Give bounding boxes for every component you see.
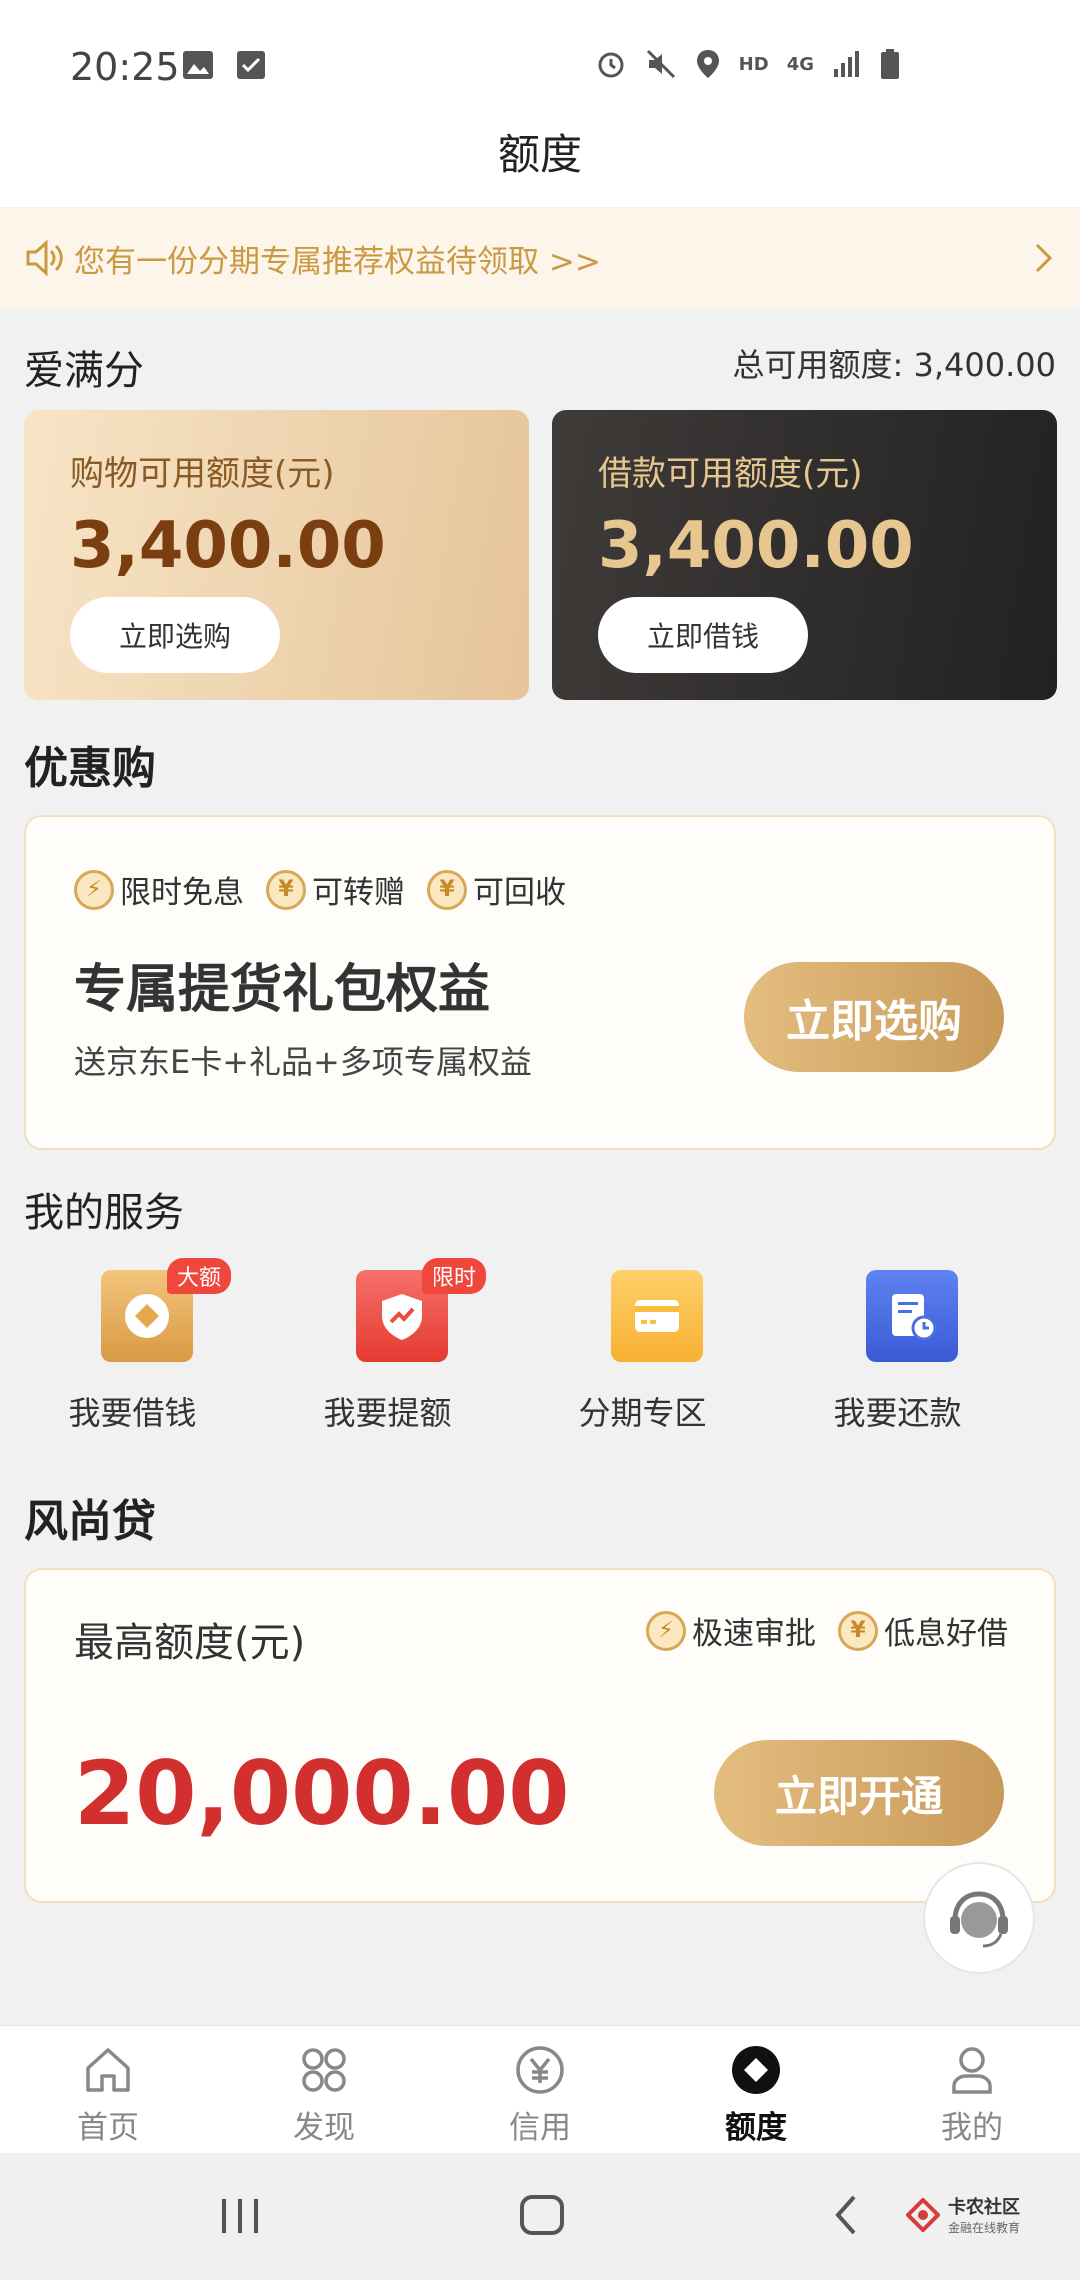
tab-credit[interactable]: 信用 xyxy=(432,2026,648,2153)
fengshang-tags: ⚡ 极速审批 ¥ 低息好借 xyxy=(646,1608,1008,1653)
service-label: 分期专区 xyxy=(578,1394,707,1432)
tab-discover[interactable]: 发现 xyxy=(216,2026,432,2153)
promo-tag: ¥ 可转赠 xyxy=(266,867,405,912)
promo-shop-button[interactable]: 立即选购 xyxy=(744,962,1004,1072)
user-icon xyxy=(952,2047,992,2094)
services-section-title: 我的服务 xyxy=(24,1190,184,1236)
max-credit-label: 最高额度(元) xyxy=(74,1620,306,1666)
notice-text: 您有一份分期专属推荐权益待领取 >> xyxy=(74,243,601,280)
promo-subtitle: 送京东E卡+礼品+多项专属权益 xyxy=(74,1043,532,1081)
watermark-logo-icon xyxy=(905,2197,940,2232)
lightning-icon: ⚡ xyxy=(646,1610,686,1651)
tab-mine[interactable]: 我的 xyxy=(864,2026,1080,2153)
promo-tag-label: 可回收 xyxy=(473,875,566,911)
tab-label: 信用 xyxy=(509,2110,571,2146)
signal-icon xyxy=(834,51,859,77)
yen-icon xyxy=(516,2046,564,2094)
loan-credit-amount: 3,400.00 xyxy=(598,509,914,583)
chevron-right-icon xyxy=(1035,243,1053,273)
diamond-icon xyxy=(732,2046,780,2094)
yen-coin-icon: ¥ xyxy=(266,869,306,910)
grid-icon xyxy=(302,2048,346,2092)
tab-label: 发现 xyxy=(293,2110,355,2146)
total-credit: 总可用额度: 3,400.00 xyxy=(732,346,1056,384)
headset-icon xyxy=(950,1891,1008,1948)
mute-icon xyxy=(646,49,675,79)
watermark: 卡农社区 金融在线教育 xyxy=(905,2193,1020,2236)
service-badge: 限时 xyxy=(422,1258,487,1294)
borrow-now-button[interactable]: 立即借钱 xyxy=(598,597,808,673)
tab-limit[interactable]: 额度 xyxy=(648,2026,864,2153)
system-nav-bar: 卡农社区 金融在线教育 xyxy=(0,2153,1080,2280)
fengshang-card[interactable]: 最高额度(元) ⚡ 极速审批 ¥ 低息好借 20,000.00 立即开通 xyxy=(24,1568,1056,1903)
fengshang-tag: ⚡ 极速审批 xyxy=(646,1608,816,1653)
shopping-credit-card: 购物可用额度(元) 3,400.00 立即选购 xyxy=(24,410,529,700)
promo-tag: ⚡ 限时免息 xyxy=(74,867,244,912)
back-icon[interactable] xyxy=(828,2183,862,2243)
location-icon xyxy=(696,50,719,78)
fengshang-tag: ¥ 低息好借 xyxy=(838,1608,1008,1653)
promo-title: 专属提货礼包权益 xyxy=(74,960,491,1020)
page-title: 额度 xyxy=(497,130,582,179)
notice-banner[interactable]: 您有一份分期专属推荐权益待领取 >> xyxy=(0,208,1080,308)
network-type: 4G xyxy=(786,53,814,75)
status-right-icons: HD 4G xyxy=(595,48,900,80)
card-icon xyxy=(610,1270,703,1362)
tab-label: 我的 xyxy=(941,2110,1003,2146)
fengshang-tag-label: 极速审批 xyxy=(692,1616,816,1652)
service-label: 我要提额 xyxy=(323,1394,452,1432)
promo-tag: ¥ 可回收 xyxy=(427,867,566,912)
shopping-credit-amount: 3,400.00 xyxy=(70,509,386,583)
checkbox-notif-icon xyxy=(237,51,265,79)
service-badge: 大额 xyxy=(167,1258,232,1294)
status-left-icons xyxy=(182,50,266,80)
tab-label: 首页 xyxy=(77,2110,139,2146)
shop-now-button[interactable]: 立即选购 xyxy=(70,597,280,673)
services-grid: 大额 我要借钱 限时 我要提额 分期专区 我要还款 xyxy=(0,1258,1080,1434)
watermark-subtitle: 金融在线教育 xyxy=(947,2221,1020,2235)
alarm-icon xyxy=(598,52,624,78)
speaker-icon xyxy=(26,239,63,277)
tab-home[interactable]: 首页 xyxy=(0,2026,216,2153)
promo-tag-label: 限时免息 xyxy=(120,875,244,911)
lightning-icon: ⚡ xyxy=(74,869,114,910)
max-credit-amount: 20,000.00 xyxy=(74,1742,570,1845)
watermark-title: 卡农社区 xyxy=(947,2197,1020,2218)
recents-icon[interactable] xyxy=(218,2183,262,2243)
service-label: 我要还款 xyxy=(833,1394,962,1432)
promo-card[interactable]: ⚡ 限时免息 ¥ 可转赠 ¥ 可回收 专属提货礼包权益 送京东E卡+礼品+多项专属权益… xyxy=(24,815,1056,1150)
service-borrow[interactable]: 大额 我要借钱 xyxy=(5,1258,260,1434)
hd-indicator: HD xyxy=(738,53,769,75)
promo-section-title: 优惠购 xyxy=(24,743,156,794)
promo-tag-label: 可转赠 xyxy=(312,875,405,911)
home-icon xyxy=(86,2048,130,2092)
bill-clock-icon xyxy=(865,1270,958,1362)
status-time: 20:25 xyxy=(70,45,180,89)
yen-coin-icon: ¥ xyxy=(427,869,467,910)
credit-section-title: 爱满分 xyxy=(24,348,144,394)
loan-credit-card: 借款可用额度(元) 3,400.00 立即借钱 xyxy=(552,410,1057,700)
home-nav-icon[interactable] xyxy=(518,2183,566,2243)
bottom-tab-bar: 首页 发现 信用 额度 我的 xyxy=(0,2025,1080,2153)
service-raise-limit[interactable]: 限时 我要提额 xyxy=(260,1258,515,1434)
promo-tags: ⚡ 限时免息 ¥ 可转赠 ¥ 可回收 xyxy=(74,867,566,912)
status-bar: 20:25 HD 4G xyxy=(0,0,1080,125)
fengshang-section-title: 风尚贷 xyxy=(24,1496,156,1547)
tab-label: 额度 xyxy=(725,2110,787,2146)
yen-coin-icon: ¥ xyxy=(838,1610,878,1651)
loan-credit-label: 借款可用额度(元) xyxy=(598,454,863,494)
customer-service-button[interactable] xyxy=(923,1862,1035,1974)
activate-button[interactable]: 立即开通 xyxy=(714,1740,1004,1846)
title-bar: 额度 xyxy=(0,125,1080,207)
image-icon xyxy=(183,51,213,79)
service-installment[interactable]: 分期专区 xyxy=(515,1270,770,1434)
service-label: 我要借钱 xyxy=(68,1394,197,1432)
shopping-credit-label: 购物可用额度(元) xyxy=(70,454,335,494)
fengshang-tag-label: 低息好借 xyxy=(884,1616,1008,1652)
battery-icon xyxy=(881,49,899,79)
service-repay[interactable]: 我要还款 xyxy=(770,1270,1025,1434)
